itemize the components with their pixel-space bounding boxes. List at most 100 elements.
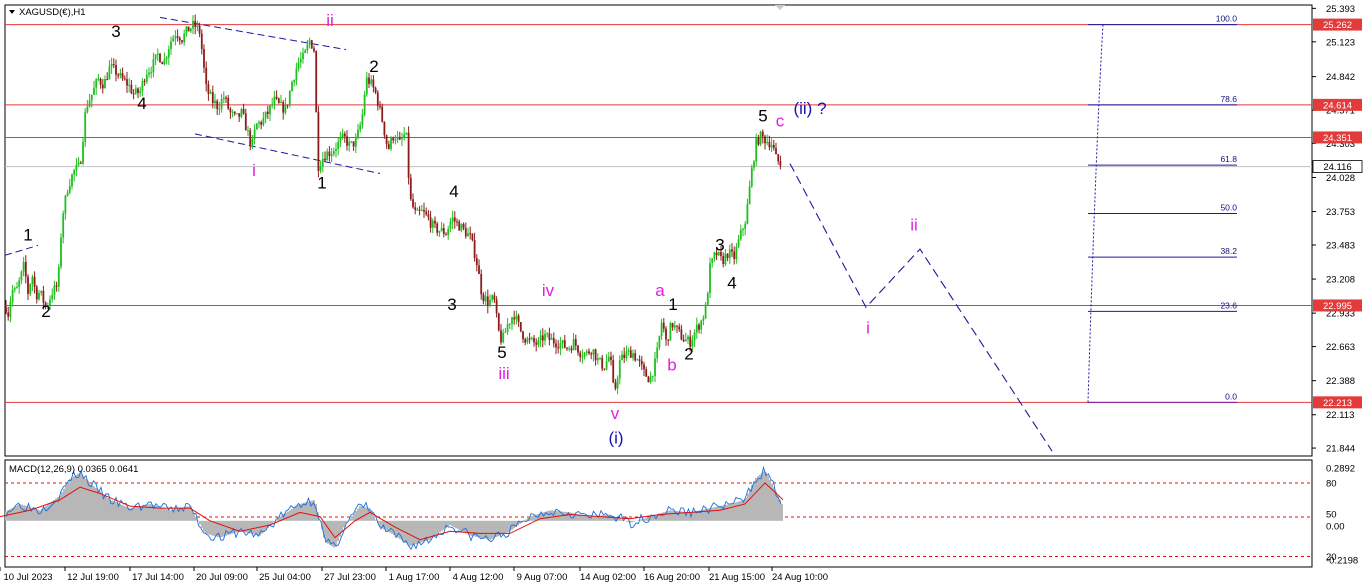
candle xyxy=(326,151,329,161)
candle xyxy=(207,84,210,94)
candle xyxy=(572,339,575,351)
candle xyxy=(82,141,84,164)
candle xyxy=(495,299,498,314)
price-tick-label: 23.483 xyxy=(1326,240,1355,251)
candle xyxy=(390,138,392,149)
candle xyxy=(31,276,34,285)
time-tick-label: 17 Jul 14:00 xyxy=(132,572,184,583)
candle xyxy=(233,111,236,114)
time-axis[interactable]: 10 Jul 2023 12 Jul 19:00 17 Jul 14:00 20 Ju… xyxy=(0,567,828,583)
candle xyxy=(464,228,467,237)
candle xyxy=(266,111,269,115)
candle xyxy=(484,296,487,302)
candle xyxy=(744,223,747,229)
candle xyxy=(726,253,729,259)
candle xyxy=(574,339,577,346)
candle xyxy=(414,207,417,211)
candle xyxy=(145,74,148,82)
candle xyxy=(546,333,549,335)
candle xyxy=(612,359,615,383)
level-price-label: 24.614 xyxy=(1323,100,1352,111)
candle xyxy=(79,162,82,164)
candle xyxy=(62,213,65,238)
candle xyxy=(253,129,256,140)
wave-label: 4 xyxy=(449,182,458,201)
candle xyxy=(227,97,230,109)
wave-label: 3 xyxy=(447,295,456,314)
candle xyxy=(189,28,192,32)
candle xyxy=(603,368,606,370)
candle xyxy=(401,138,403,140)
candle xyxy=(711,258,714,264)
candle xyxy=(24,261,27,277)
candle xyxy=(110,63,113,67)
candle xyxy=(772,144,775,149)
fib-level-label: 0.0 xyxy=(1225,391,1237,401)
price-axis[interactable]: 25.39325.12324.84224.57124.30324.02823.7… xyxy=(1312,4,1363,455)
candle xyxy=(392,138,395,141)
candle xyxy=(412,199,414,208)
candle xyxy=(770,144,773,148)
candle xyxy=(467,233,469,237)
candle xyxy=(632,353,634,358)
candle xyxy=(280,102,282,104)
candle xyxy=(491,295,494,300)
level-price-label: 22.213 xyxy=(1323,398,1352,409)
candle xyxy=(429,217,432,228)
candle xyxy=(695,324,698,333)
candle xyxy=(438,231,441,233)
candle xyxy=(511,317,513,324)
candle xyxy=(458,221,461,231)
candle xyxy=(321,158,324,167)
candle xyxy=(775,148,777,155)
candle xyxy=(101,84,104,89)
price-panel[interactable] xyxy=(4,4,1313,457)
candle xyxy=(90,94,93,101)
fib-level-label: 38.2 xyxy=(1220,246,1237,256)
candle xyxy=(471,233,474,241)
candle xyxy=(643,364,645,370)
candle xyxy=(205,67,208,85)
candle xyxy=(71,174,73,187)
wave-label: ii xyxy=(910,216,918,235)
candle xyxy=(541,335,544,341)
candle xyxy=(651,376,654,378)
candle xyxy=(427,214,430,218)
price-tick-label: 23.753 xyxy=(1326,207,1355,218)
candle xyxy=(566,347,568,349)
candle xyxy=(660,322,663,337)
macd-panel[interactable] xyxy=(4,459,1313,568)
candle xyxy=(381,106,384,122)
candle xyxy=(742,228,744,230)
wave-label: 4 xyxy=(727,274,736,293)
candle xyxy=(673,325,676,328)
candle xyxy=(519,322,522,332)
candle xyxy=(594,349,597,361)
macd-tick-label: 0.00 xyxy=(1326,521,1345,532)
wave-label: b xyxy=(667,356,676,375)
candle xyxy=(372,79,375,88)
candle xyxy=(680,329,683,340)
candle xyxy=(148,72,150,75)
candle xyxy=(601,357,604,369)
candle xyxy=(38,292,40,300)
candle xyxy=(517,315,520,323)
fib-level-label: 50.0 xyxy=(1220,203,1237,213)
candle xyxy=(51,295,54,300)
candle xyxy=(625,351,628,359)
candle xyxy=(328,151,331,156)
candle xyxy=(475,257,478,266)
candle xyxy=(447,228,450,236)
candle xyxy=(522,331,524,340)
candle xyxy=(649,376,652,383)
chart-canvas[interactable]: 100.078.661.850.038.223.60.0 1234c(c)[b]… xyxy=(0,0,1366,588)
time-tick-label: 24 Aug 10:00 xyxy=(772,572,828,583)
candle xyxy=(616,378,619,389)
candle xyxy=(387,144,390,149)
candle xyxy=(570,348,573,351)
wave-label: 2 xyxy=(684,344,693,363)
macd-axis[interactable]: 0.289280500.0020-0.2198 xyxy=(1326,464,1358,567)
candle xyxy=(671,323,674,328)
time-tick-label: 12 Jul 19:00 xyxy=(67,572,119,583)
candle xyxy=(163,59,166,65)
